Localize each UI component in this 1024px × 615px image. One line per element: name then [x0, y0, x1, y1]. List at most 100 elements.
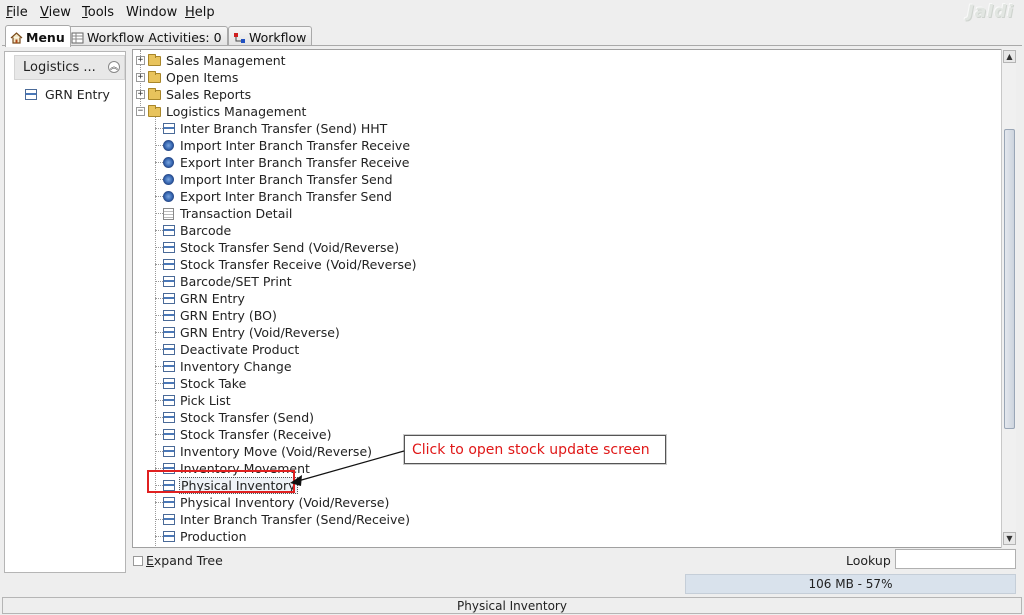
- tree-line: [155, 417, 163, 418]
- menu-help[interactable]: Help: [185, 5, 215, 20]
- tree-item[interactable]: Transaction Detail: [163, 205, 293, 222]
- tree-item[interactable]: Import Inter Branch Transfer Receive: [163, 137, 411, 154]
- tree-line: [155, 383, 163, 384]
- gear-icon: [163, 174, 174, 185]
- collapse-toggle-icon[interactable]: −: [136, 107, 145, 116]
- tree-item[interactable]: Barcode/SET Print: [163, 273, 293, 290]
- collapse-up-icon[interactable]: ︽: [108, 61, 120, 73]
- tab-content-border: [2, 45, 1022, 46]
- tree-item[interactable]: Stock Transfer Send (Void/Reverse): [163, 239, 400, 256]
- tree-line: [155, 281, 163, 282]
- folder-icon: [148, 70, 161, 83]
- tree-folder[interactable]: Logistics Management: [148, 103, 307, 120]
- tree-item[interactable]: Import Inter Branch Transfer Send: [163, 171, 394, 188]
- tree-line: [155, 366, 163, 367]
- window-icon: [163, 276, 175, 287]
- tree-item[interactable]: Inter Branch Transfer (Send) HHT: [163, 120, 388, 137]
- window-icon: [163, 310, 175, 321]
- tree-item[interactable]: Pick List: [163, 392, 232, 409]
- menu-file[interactable]: File: [6, 5, 28, 20]
- tree-item[interactable]: Export Inter Branch Transfer Send: [163, 188, 393, 205]
- table-icon: [71, 32, 84, 44]
- tree-line: [155, 349, 163, 350]
- tree-item[interactable]: Barcode: [163, 222, 232, 239]
- menu-view[interactable]: View: [40, 5, 71, 20]
- gear-icon: [163, 157, 174, 168]
- scrollbar-thumb[interactable]: [1004, 129, 1015, 429]
- left-panel-item-grn-entry[interactable]: GRN Entry: [25, 87, 110, 102]
- tree-item[interactable]: Physical Inventory (Void/Reverse): [163, 494, 390, 511]
- window-icon: [163, 497, 175, 508]
- expand-tree-checkbox[interactable]: Expand Tree: [133, 553, 223, 568]
- window-icon: [163, 378, 175, 389]
- window-icon: [163, 412, 175, 423]
- window-icon: [163, 123, 175, 134]
- tree-line: [155, 298, 163, 299]
- window-icon: [163, 293, 175, 304]
- tree-item[interactable]: Inventory Change: [163, 358, 293, 375]
- tree-line: [155, 162, 163, 163]
- window-icon: [163, 395, 175, 406]
- window-icon: [163, 344, 175, 355]
- window-icon: [163, 361, 175, 372]
- menu-bar: File View Tools Window Help Jaldi: [0, 0, 1024, 24]
- expand-toggle-icon[interactable]: +: [136, 73, 145, 82]
- scroll-down-arrow-icon[interactable]: ▼: [1003, 532, 1016, 545]
- lookup-label: Lookup: [846, 553, 891, 568]
- checkbox-icon[interactable]: [133, 555, 143, 566]
- tree-item[interactable]: Stock Transfer Receive (Void/Reverse): [163, 256, 418, 273]
- window-icon: [163, 429, 175, 440]
- tree-item[interactable]: Stock Transfer (Send): [163, 409, 315, 426]
- tree-line: [155, 145, 163, 146]
- gear-icon: [163, 191, 174, 202]
- tree-item[interactable]: GRN Entry: [163, 290, 246, 307]
- tree-item[interactable]: Inventory Move (Void/Reverse): [163, 443, 373, 460]
- tree-item[interactable]: Stock Take: [163, 375, 247, 392]
- tree-line: [155, 468, 163, 469]
- tree-line: [155, 434, 163, 435]
- tree-line: [155, 502, 163, 503]
- app-logo: Jaldi: [967, 2, 1014, 22]
- expand-tree-label: Expand Tree: [146, 553, 223, 568]
- tree-item[interactable]: Export Inter Branch Transfer Receive: [163, 154, 410, 171]
- tree-item[interactable]: Production: [163, 528, 248, 545]
- tree-line: [155, 332, 163, 333]
- tree-line: [155, 230, 163, 231]
- window-icon: [163, 531, 175, 542]
- annotation-highlight-box: [147, 470, 295, 493]
- left-panel-header[interactable]: Logistics ... ︽: [14, 55, 125, 80]
- tree-item[interactable]: GRN Entry (BO): [163, 307, 278, 324]
- tree-line: [155, 128, 163, 129]
- tree-item[interactable]: GRN Entry (Void/Reverse): [163, 324, 341, 341]
- tree-item[interactable]: Inter Branch Transfer (Send/Receive): [163, 511, 411, 528]
- window-icon: [25, 89, 37, 100]
- left-panel: Logistics ... ︽ GRN Entry: [4, 51, 126, 573]
- tree-item[interactable]: Deactivate Product: [163, 341, 300, 358]
- folder-icon: [148, 53, 161, 66]
- tree-folder[interactable]: Sales Reports: [148, 86, 252, 103]
- tab-menu[interactable]: Menu: [5, 25, 71, 47]
- tree-line: [155, 196, 163, 197]
- expand-toggle-icon[interactable]: +: [136, 90, 145, 99]
- annotation-callout: Click to open stock update screen: [404, 435, 666, 464]
- tab-workflow[interactable]: Workflow: [228, 26, 313, 46]
- window-icon: [163, 225, 175, 236]
- scroll-up-arrow-icon[interactable]: ▲: [1003, 50, 1016, 63]
- window-icon: [163, 327, 175, 338]
- tree-item[interactable]: Stock Transfer (Receive): [163, 426, 333, 443]
- folder-icon: [148, 87, 161, 100]
- lookup-input[interactable]: [895, 549, 1016, 569]
- tree-folder[interactable]: Open Items: [148, 69, 239, 86]
- folder-open-icon: [148, 104, 161, 117]
- menu-window[interactable]: Window: [126, 5, 177, 20]
- tab-workflow-activities[interactable]: Workflow Activities: 0: [66, 26, 228, 46]
- tree-scrollbar[interactable]: ▲ ▼: [1001, 49, 1016, 548]
- menu-tools[interactable]: Tools: [82, 5, 114, 20]
- window-icon: [163, 242, 175, 253]
- tree-line: [155, 179, 163, 180]
- expand-toggle-icon[interactable]: +: [136, 56, 145, 65]
- tree-line: [155, 400, 163, 401]
- home-icon: [10, 31, 23, 44]
- tree-line: [155, 536, 163, 537]
- tree-folder[interactable]: Sales Management: [148, 52, 287, 69]
